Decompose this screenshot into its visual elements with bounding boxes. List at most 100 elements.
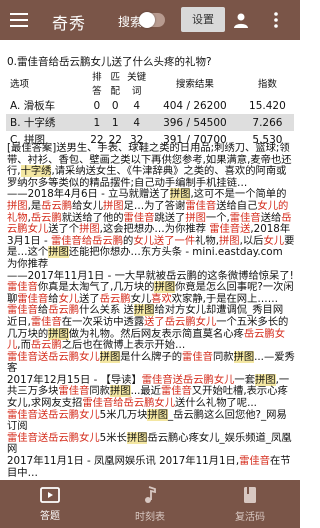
result-text: 一个, — [205, 211, 230, 224]
rank-cell: 1 — [87, 114, 107, 131]
index-cell: 7.266 — [240, 114, 294, 131]
highlighted-keyword: 拼图 — [233, 350, 255, 363]
more-options-icon[interactable] — [268, 0, 284, 40]
result-paragraph: ——2018年4月6日 - 立马就赠送了拼图,这可不是一个简单的拼图,是岳云鹏给… — [7, 188, 295, 270]
header-rank: 排答 — [92, 72, 102, 97]
highlighted-keyword: 拼图 — [99, 350, 121, 363]
matched-term: 雷佳音送岳云鹏女儿 — [7, 350, 100, 363]
matched-term: 雷佳音送 — [209, 223, 251, 236]
matched-term: 拼图 — [219, 234, 240, 247]
app-title: 奇秀 — [52, 14, 87, 33]
nav-revive-code[interactable]: 复活码 — [200, 480, 300, 528]
result-text: 5米几万块 — [99, 408, 148, 421]
options-table: 选项 排答 匹配 关键词 搜索结果 指数 A. 滑板车 0 0 4 404 / … — [6, 69, 294, 148]
book-icon — [244, 486, 256, 503]
matched-term: 雷佳音送岳云鹏女儿 — [7, 408, 100, 421]
matched-term: 雷佳音 — [229, 211, 261, 224]
search-results-text: [最佳答案]送男生、手表、球鞋之类的日用品;刺绣刀、篮球;领带、衬衫、香包、壁画… — [7, 142, 295, 479]
search-toggle-switch[interactable] — [139, 12, 165, 28]
user-icon[interactable] — [232, 0, 250, 40]
match-cell: 1 — [106, 114, 125, 131]
nav-answer-label: 答题 — [40, 510, 60, 522]
highlighted-keyword: 拼图 — [48, 327, 69, 340]
result-text: 送给 — [260, 211, 282, 224]
result-paragraph: 2017年11月1日 - 凤凰网娱乐讯 2017年11月1日,雷佳音在节目中… — [7, 455, 295, 479]
result-text: 同款 — [89, 385, 110, 398]
table-row: A. 滑板车 0 0 4 404 / 26200 15.420 — [6, 97, 294, 114]
result-text: 礼物, — [195, 234, 219, 247]
index-cell: 15.420 — [249, 99, 286, 112]
highlighted-keyword: 拼图 — [109, 385, 131, 398]
matched-term: 雷佳音 — [30, 315, 62, 328]
nav-revive-code-label: 复活码 — [235, 511, 265, 523]
result-paragraph: 雷佳音送岳云鹏女儿拼图是什么牌子的雷佳音同款拼图...—爱秀客 — [7, 350, 295, 375]
keyword-cell: 4 — [124, 114, 149, 131]
option-cell: B. 十字绣 — [6, 114, 88, 131]
matched-term: 雷佳音 — [17, 292, 49, 305]
result-text: ...最近 — [130, 385, 161, 398]
menu-icon[interactable] — [8, 0, 30, 40]
nav-schedule[interactable]: 时刻表 — [100, 480, 200, 528]
result-text: 给 — [37, 304, 49, 317]
result-text: 同款 — [212, 350, 234, 363]
matched-term: 雷佳音 — [7, 304, 38, 317]
matched-term: 岳云鹏 — [30, 211, 62, 224]
match-cell: 0 — [111, 99, 119, 112]
result-text: 你真是太淘气了,几万块的 — [37, 281, 155, 294]
highlighted-keyword: 拼图 — [169, 188, 191, 201]
result-text: 送什么礼物了呢... — [175, 397, 257, 410]
header-index: 指数 — [257, 79, 277, 90]
result-text: 做为礼物。然后网友表示简直莫名心疼 — [68, 327, 244, 340]
table-row: B. 十字绣 1 1 4 396 / 54500 7.266 — [6, 114, 294, 131]
result-paragraph: 雷佳音送岳云鹏女儿5米几万块拼图_岳云鹏这么回您他?_网易订阅 — [7, 408, 295, 433]
highlighted-keyword: 拼图 — [133, 304, 155, 317]
result-text: 送了个 — [48, 223, 80, 236]
matched-term: 雷佳音 — [239, 455, 270, 468]
keyword-cell: 4 — [133, 99, 141, 112]
matched-term: 雷佳音 — [7, 281, 38, 294]
result-paragraph: 雷佳音送岳云鹏女儿5米长拼图岳云鹏心疼女儿_娱乐频道_凤凰网 — [7, 431, 295, 456]
settings-button[interactable]: 设置 — [181, 7, 225, 32]
matched-term: 雷佳音 — [160, 385, 192, 398]
result-text: 给女儿 — [72, 199, 103, 212]
result-text: ——2017年11月1日 - 一大早就被岳云鹏的这条微博给惊呆了! — [7, 269, 294, 282]
result-paragraph: [最佳答案]送男生、手表、球鞋之类的日用品;刺绣刀、篮球;领带、衬衫、香包、壁画… — [7, 142, 295, 189]
search-results-cell: 396 / 54500 — [148, 114, 241, 131]
result-text: 送给自己 — [216, 199, 258, 212]
matched-term: 女儿 — [58, 292, 80, 305]
header-keyword: 关键词 — [127, 72, 147, 97]
option-cell: A. 滑板车 — [10, 100, 56, 112]
play-card-icon — [40, 486, 60, 503]
result-paragraph: ——2017年11月1日 - 一大早就被岳云鹏的这条微博给惊呆了!雷佳音你真是太… — [7, 269, 295, 306]
result-text: ,以后 — [239, 234, 264, 247]
result-text: ——2018年4月6日 - 立马就赠送了 — [7, 188, 170, 201]
matched-term: 雷佳音给岳云鹏 — [50, 234, 124, 247]
result-text: ,而 — [17, 339, 31, 352]
result-text: 送了 — [79, 292, 100, 305]
header-search-results: 搜索结果 — [175, 79, 214, 90]
result-text: 给 — [48, 292, 59, 305]
matched-term: 女儿 — [263, 234, 285, 247]
header-option: 选项 — [10, 79, 30, 90]
matched-term: 雷佳音 — [182, 350, 213, 363]
result-paragraph: 2017年12月15日 - 【导读】雷佳音送岳云鹏女儿一套拼图,一共三万多块雷佳… — [7, 373, 295, 410]
matched-term: 岳云鹏 — [99, 292, 131, 305]
search-results-cell: 404 / 26200 — [163, 99, 227, 112]
matched-term: 拼图 — [185, 211, 206, 224]
highlighted-keyword: 拼图 — [126, 431, 148, 444]
matched-term: 岳云鹏 — [41, 199, 73, 212]
result-text: 是什么牌子的 — [120, 350, 183, 363]
highlighted-keyword: 十字绣 — [20, 165, 52, 178]
bottom-navigation: 答题 时刻表 复活码 — [0, 480, 300, 528]
matched-term: 雷佳音 — [58, 385, 90, 398]
nav-answer[interactable]: 答题 — [0, 480, 100, 528]
result-text: ,是 — [27, 199, 42, 212]
matched-term: 拼图 — [79, 223, 100, 236]
result-text: 足…为了答谢 — [123, 199, 186, 212]
matched-term: 拼图 — [7, 199, 28, 212]
matched-term: 雷佳音 — [185, 199, 217, 212]
matched-term: 雷佳音 — [123, 211, 155, 224]
highlighted-keyword: 拼图 — [48, 246, 69, 259]
result-paragraph: 雷佳音给岳云鹏什么关系 送拼图给对方女儿却遭调侃_秀目网 近日,雷佳音在一次采访… — [7, 304, 295, 352]
result-text: 的 — [123, 234, 134, 247]
